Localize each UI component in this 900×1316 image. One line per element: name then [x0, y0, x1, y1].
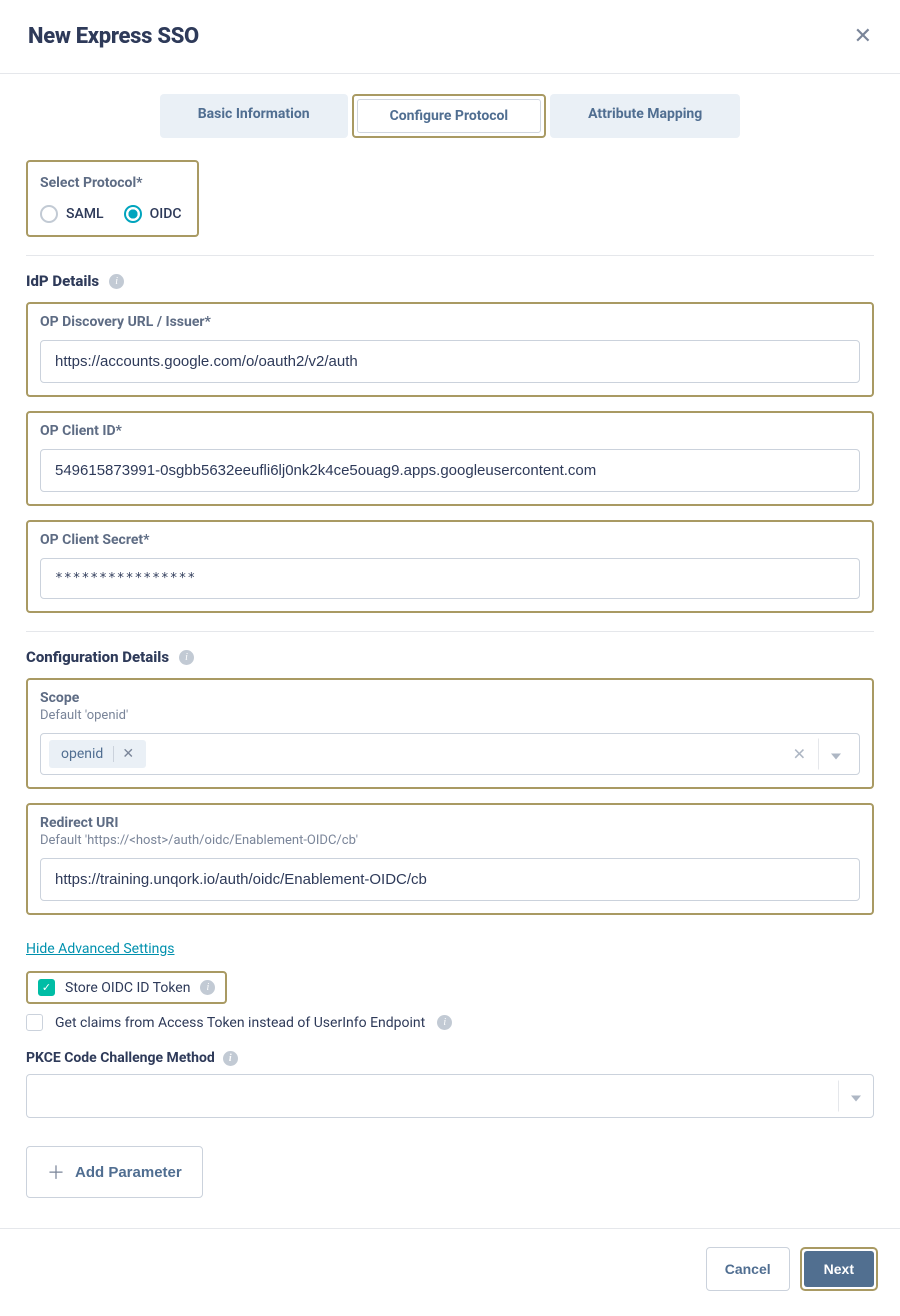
next-button-highlight: Next	[800, 1247, 878, 1291]
pkce-label: PKCE Code Challenge Method i	[26, 1050, 238, 1066]
redirect-uri-input[interactable]	[40, 858, 860, 901]
claims-access-token-row: Get claims from Access Token instead of …	[26, 1014, 874, 1031]
select-protocol-label: Select Protocol*	[40, 175, 143, 191]
tab-basic-information[interactable]: Basic Information	[160, 94, 348, 138]
config-details-heading: Configuration Details i	[26, 648, 874, 666]
plus-icon: ＋	[47, 1159, 65, 1185]
close-icon[interactable]: ✕	[854, 24, 872, 49]
op-discovery-group: OP Discovery URL / Issuer*	[26, 302, 874, 397]
op-client-secret-label: OP Client Secret*	[40, 532, 860, 548]
divider	[26, 255, 874, 256]
info-icon[interactable]: i	[200, 980, 215, 995]
dropdown-toggle[interactable]	[818, 739, 853, 770]
radio-icon	[40, 205, 58, 223]
remove-tag-icon[interactable]: ✕	[113, 746, 142, 762]
scope-label: Scope	[40, 690, 860, 706]
op-client-secret-input[interactable]	[40, 558, 860, 599]
tab-configure-protocol[interactable]: Configure Protocol	[352, 94, 547, 138]
radio-icon	[124, 205, 142, 223]
redirect-uri-label: Redirect URI	[40, 815, 860, 831]
pkce-group: PKCE Code Challenge Method i	[26, 1047, 874, 1118]
redirect-uri-group: Redirect URI Default 'https://<host>/aut…	[26, 803, 874, 915]
redirect-uri-subtext: Default 'https://<host>/auth/oidc/Enable…	[40, 833, 860, 848]
idp-details-heading: IdP Details i	[26, 272, 874, 290]
radio-oidc[interactable]: OIDC	[124, 205, 182, 223]
store-oidc-token-row: ✓ Store OIDC ID Token i	[26, 971, 227, 1004]
scope-subtext: Default 'openid'	[40, 708, 860, 723]
op-discovery-label: OP Discovery URL / Issuer*	[40, 314, 860, 330]
add-parameter-button[interactable]: ＋ Add Parameter	[26, 1146, 203, 1198]
info-icon[interactable]: i	[179, 650, 194, 665]
radio-saml[interactable]: SAML	[40, 205, 104, 223]
wizard-tabs: Basic Information Configure Protocol Att…	[26, 94, 874, 138]
dropdown-toggle[interactable]	[838, 1081, 873, 1112]
next-button[interactable]: Next	[804, 1251, 874, 1287]
info-icon[interactable]: i	[109, 274, 124, 289]
op-client-id-input[interactable]	[40, 449, 860, 492]
modal-header: New Express SSO ✕	[0, 0, 900, 74]
cancel-button[interactable]: Cancel	[706, 1247, 790, 1291]
claims-access-token-label: Get claims from Access Token instead of …	[55, 1015, 425, 1031]
scope-group: Scope Default 'openid' openid ✕ ✕	[26, 678, 874, 789]
store-oidc-token-checkbox[interactable]: ✓	[38, 979, 55, 996]
info-icon[interactable]: i	[223, 1051, 238, 1066]
divider	[26, 631, 874, 632]
modal-footer: Cancel Next	[0, 1228, 900, 1309]
store-oidc-token-label: Store OIDC ID Token	[65, 980, 190, 996]
select-protocol-group: Select Protocol* SAML OIDC	[26, 160, 199, 237]
modal-title: New Express SSO	[28, 24, 199, 49]
op-client-id-group: OP Client ID*	[26, 411, 874, 506]
clear-icon[interactable]: ✕	[781, 745, 818, 764]
modal-content: Basic Information Configure Protocol Att…	[0, 74, 900, 1228]
op-client-id-label: OP Client ID*	[40, 423, 860, 439]
op-discovery-input[interactable]	[40, 340, 860, 383]
claims-access-token-checkbox[interactable]	[26, 1014, 43, 1031]
op-client-secret-group: OP Client Secret*	[26, 520, 874, 613]
pkce-select[interactable]	[26, 1074, 874, 1118]
chevron-down-icon	[831, 754, 841, 760]
hide-advanced-settings-link[interactable]: Hide Advanced Settings	[26, 941, 174, 957]
scope-input[interactable]: openid ✕ ✕	[40, 733, 860, 775]
tab-attribute-mapping[interactable]: Attribute Mapping	[550, 94, 740, 138]
chevron-down-icon	[851, 1096, 861, 1102]
info-icon[interactable]: i	[437, 1015, 452, 1030]
scope-tag: openid ✕	[49, 740, 146, 768]
